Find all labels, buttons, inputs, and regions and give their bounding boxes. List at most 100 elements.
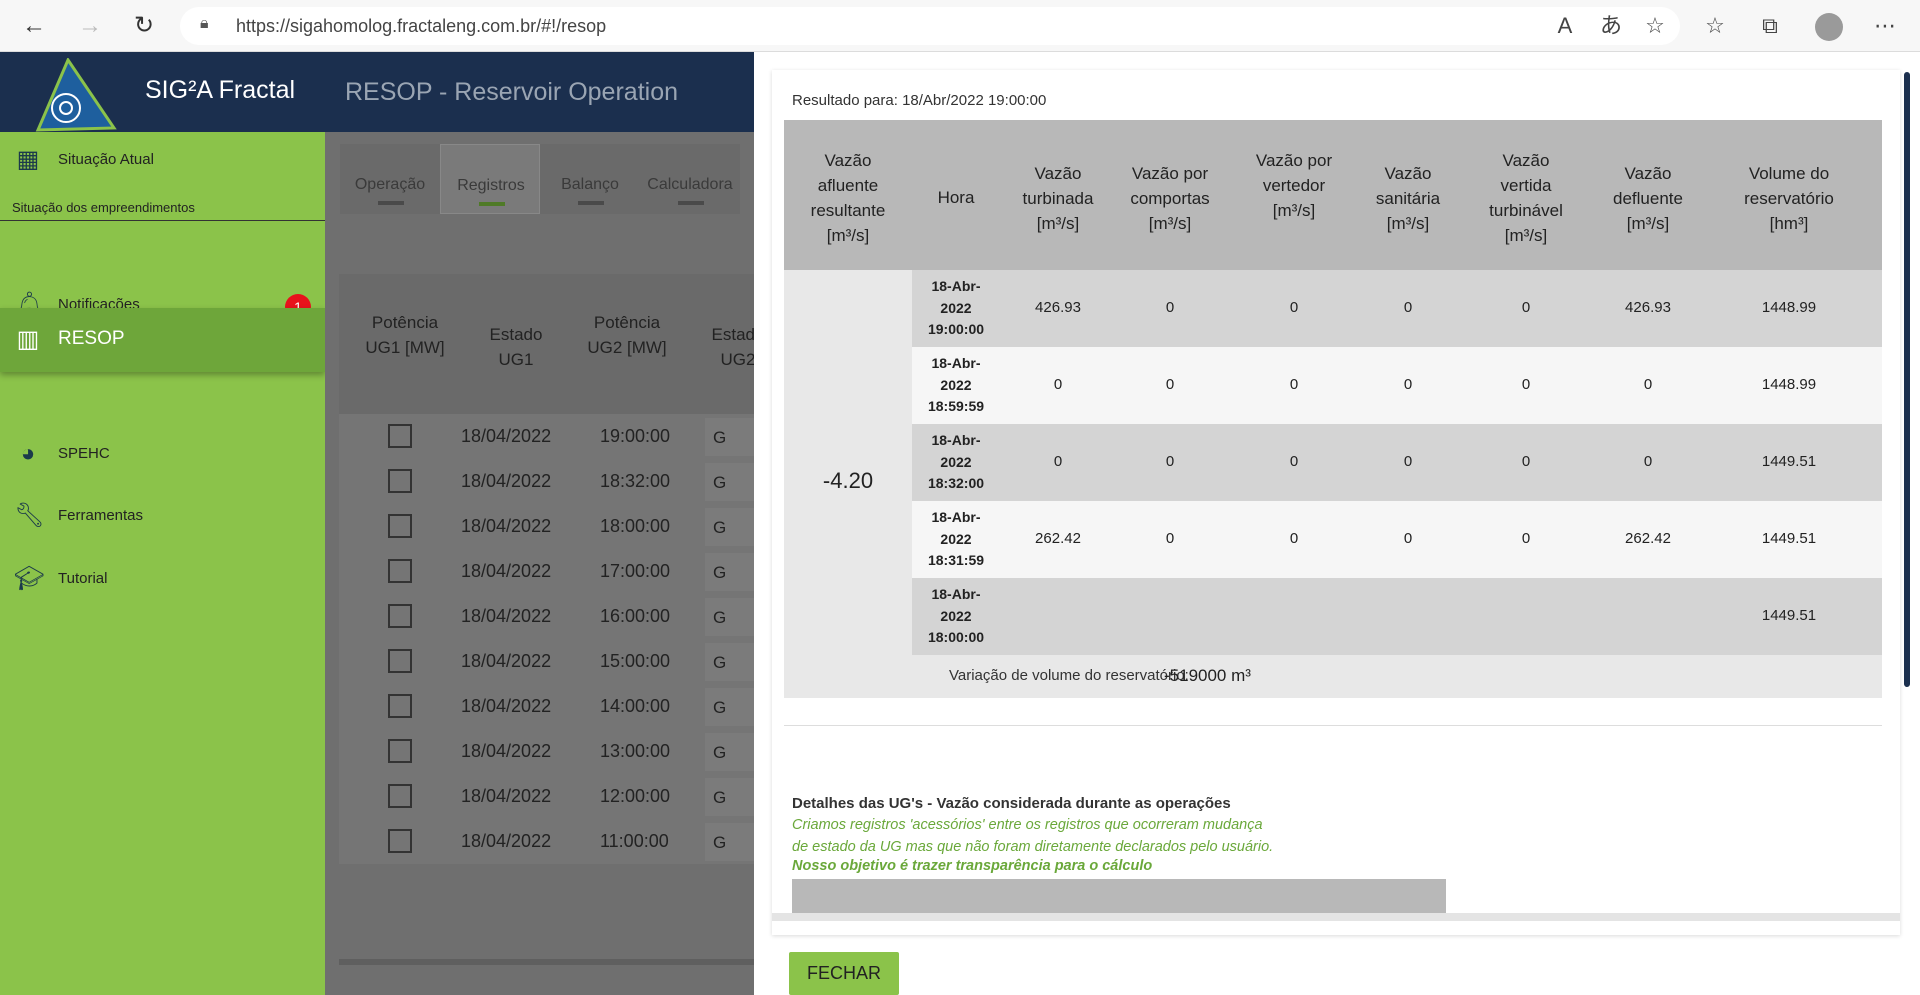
table-row[interactable]: 18/04/2022 15:00:00 G [339,639,765,684]
sidebar-divider [0,220,325,221]
row-time: 18:00:00 [600,516,671,536]
table-row: 18-Abr- 2022 18:59:59 0 0 0 0 0 0 1448.99 [912,347,1882,424]
table-row[interactable]: 18/04/2022 17:00:00 G [339,549,765,594]
tab-calculadora[interactable]: Calculadora [640,144,740,214]
sidebar-item-ferramentas[interactable]: 🔧︎ Ferramentas [0,488,325,544]
tab-label: Operação [354,176,426,193]
row-checkbox[interactable] [388,829,412,853]
favorite-star-icon[interactable]: ☆ [1640,12,1670,40]
table-row[interactable]: 18/04/2022 14:00:00 G [339,684,765,729]
logo-icon[interactable] [28,58,118,136]
row-checkbox[interactable] [388,694,412,718]
cell-defluente: 426.93 [1625,299,1671,316]
row-time: 15:00:00 [600,651,671,671]
sidebar-item-situacao-atual[interactable]: ▦ Situação Atual [0,132,325,188]
sidebar-item-tutorial[interactable]: 🎓︎ Tutorial [0,551,325,607]
sidebar-item-spehc[interactable]: ◕ SPEHC [0,426,325,482]
tab-underline [578,201,604,205]
sidebar-item-label: RESOP [58,328,125,349]
row-date: 18/04/2022 [461,606,552,626]
translate-icon[interactable]: あ [1596,12,1626,40]
row-checkbox[interactable] [388,469,412,493]
cell-sanitaria: 0 [1403,530,1413,547]
table-row[interactable]: 18/04/2022 12:00:00 G [339,774,765,819]
row-checkbox[interactable] [388,559,412,583]
back-arrow-icon[interactable]: ← [18,10,50,42]
reload-icon[interactable]: ↻ [128,10,160,42]
row-checkbox[interactable] [388,424,412,448]
table-row[interactable]: 18/04/2022 19:00:00 G [339,414,765,459]
table-row[interactable]: 18/04/2022 11:00:00 G [339,819,765,864]
collections-icon[interactable]: ⧉ [1755,12,1785,40]
table-row[interactable]: 18/04/2022 16:00:00 G [339,594,765,639]
header-turbinada: Vazão turbinada [m³/s] [1022,164,1094,233]
cell-sanitaria: 0 [1403,299,1413,316]
cell-vertedor: 0 [1289,376,1299,393]
records-grid: Potência UG1 [MW] Estado UG1 Potência UG… [339,274,765,864]
tab-operacao[interactable]: Operação [340,144,440,214]
sidebar-subtitle: Situação dos empreendimentos [12,200,195,215]
row-time: 18:32:00 [600,471,671,491]
dialog-horizontal-scrollbar[interactable] [772,913,1900,921]
grid-scrollbar[interactable] [339,959,759,965]
tab-label: Registros [457,177,525,194]
header-afluente: Vazão afluente resultante [m³/s] [810,151,886,245]
cell-vertedor: 0 [1289,453,1299,470]
forward-arrow-icon[interactable]: → [74,10,106,42]
graduation-cap-icon: 🎓︎ [14,565,45,592]
lock-icon: 🔒︎ [200,15,209,32]
cell-vertida: 0 [1521,299,1531,316]
table-row: 18-Abr- 2022 18:00:00 1449.51 [912,578,1882,655]
more-options-icon[interactable]: ⋯ [1870,12,1900,40]
row-checkbox[interactable] [388,739,412,763]
browser-toolbar: ← → ↻ 🔒︎ https://sigahomolog.fractaleng.… [0,0,1920,52]
tab-label: Calculadora [647,176,733,193]
row-hour: 18-Abr- 2022 18:59:59 [927,355,985,414]
cell-turbinada: 0 [1053,376,1063,393]
afluente-value: -4.20 [822,468,874,493]
header-volume: Volume do reservatório [hm³] [1744,164,1834,233]
ug-details-goal: Nosso objetivo é trazer transparência pa… [792,858,1153,874]
page-title: RESOP - Reservoir Operation [345,78,678,106]
cell-turbinada: 262.42 [1035,530,1081,547]
row-checkbox[interactable] [388,604,412,628]
url-text: https://sigahomolog.fractaleng.com.br/#!… [236,16,607,36]
cell-turbinada: 0 [1053,453,1063,470]
favorites-list-icon[interactable]: ☆ [1700,12,1730,40]
row-hour: 18-Abr- 2022 18:32:00 [927,432,985,491]
cell-volume: 1449.51 [1761,607,1817,624]
dialog-scrollbar[interactable] [1904,72,1910,687]
cell-comportas: 0 [1165,299,1175,316]
cell-vertida: 0 [1521,376,1531,393]
cell-comportas: 0 [1165,530,1175,547]
sidebar-item-resop[interactable]: ▥ RESOP [0,308,325,372]
row-time: 19:00:00 [600,426,671,446]
close-button[interactable]: FECHAR [789,952,899,995]
dashboard-icon: ▦ [16,146,40,173]
cell-defluente: 262.42 [1625,530,1671,547]
row-checkbox[interactable] [388,784,412,808]
table-row[interactable]: 18/04/2022 18:32:00 G [339,459,765,504]
row-checkbox[interactable] [388,514,412,538]
tab-underline [678,201,704,205]
app-name: SIG²A Fractal [145,76,296,104]
table-row[interactable]: 18/04/2022 13:00:00 G [339,729,765,774]
row-hour: 18-Abr- 2022 18:31:59 [927,509,985,568]
row-date: 18/04/2022 [461,561,552,581]
tab-registros[interactable]: Registros [440,144,540,214]
cell-turbinada: 426.93 [1035,299,1081,316]
profile-avatar[interactable] [1815,13,1843,41]
resop-icon: ▥ [16,326,40,353]
row-checkbox[interactable] [388,649,412,673]
cell-volume: 1449.51 [1761,453,1817,470]
table-row: 18-Abr- 2022 19:00:00 426.93 0 0 0 0 426.93 1448.… [912,270,1882,347]
result-dialog: Resultado para: 18/Abr/2022 19:00:00 Vaz… [754,52,1920,995]
tab-balanco[interactable]: Balanço [540,144,640,214]
header-vertida: Vazão vertida turbinável [m³/s] [1489,151,1563,245]
read-aloud-icon[interactable]: A [1550,12,1580,40]
row-date: 18/04/2022 [461,471,552,491]
tab-label: Balanço [561,176,619,193]
table-row[interactable]: 18/04/2022 18:00:00 G [339,504,765,549]
grid-header-cell: Estado UG1 [489,325,543,369]
address-bar[interactable]: 🔒︎ https://sigahomolog.fractaleng.com.br… [180,7,1680,45]
